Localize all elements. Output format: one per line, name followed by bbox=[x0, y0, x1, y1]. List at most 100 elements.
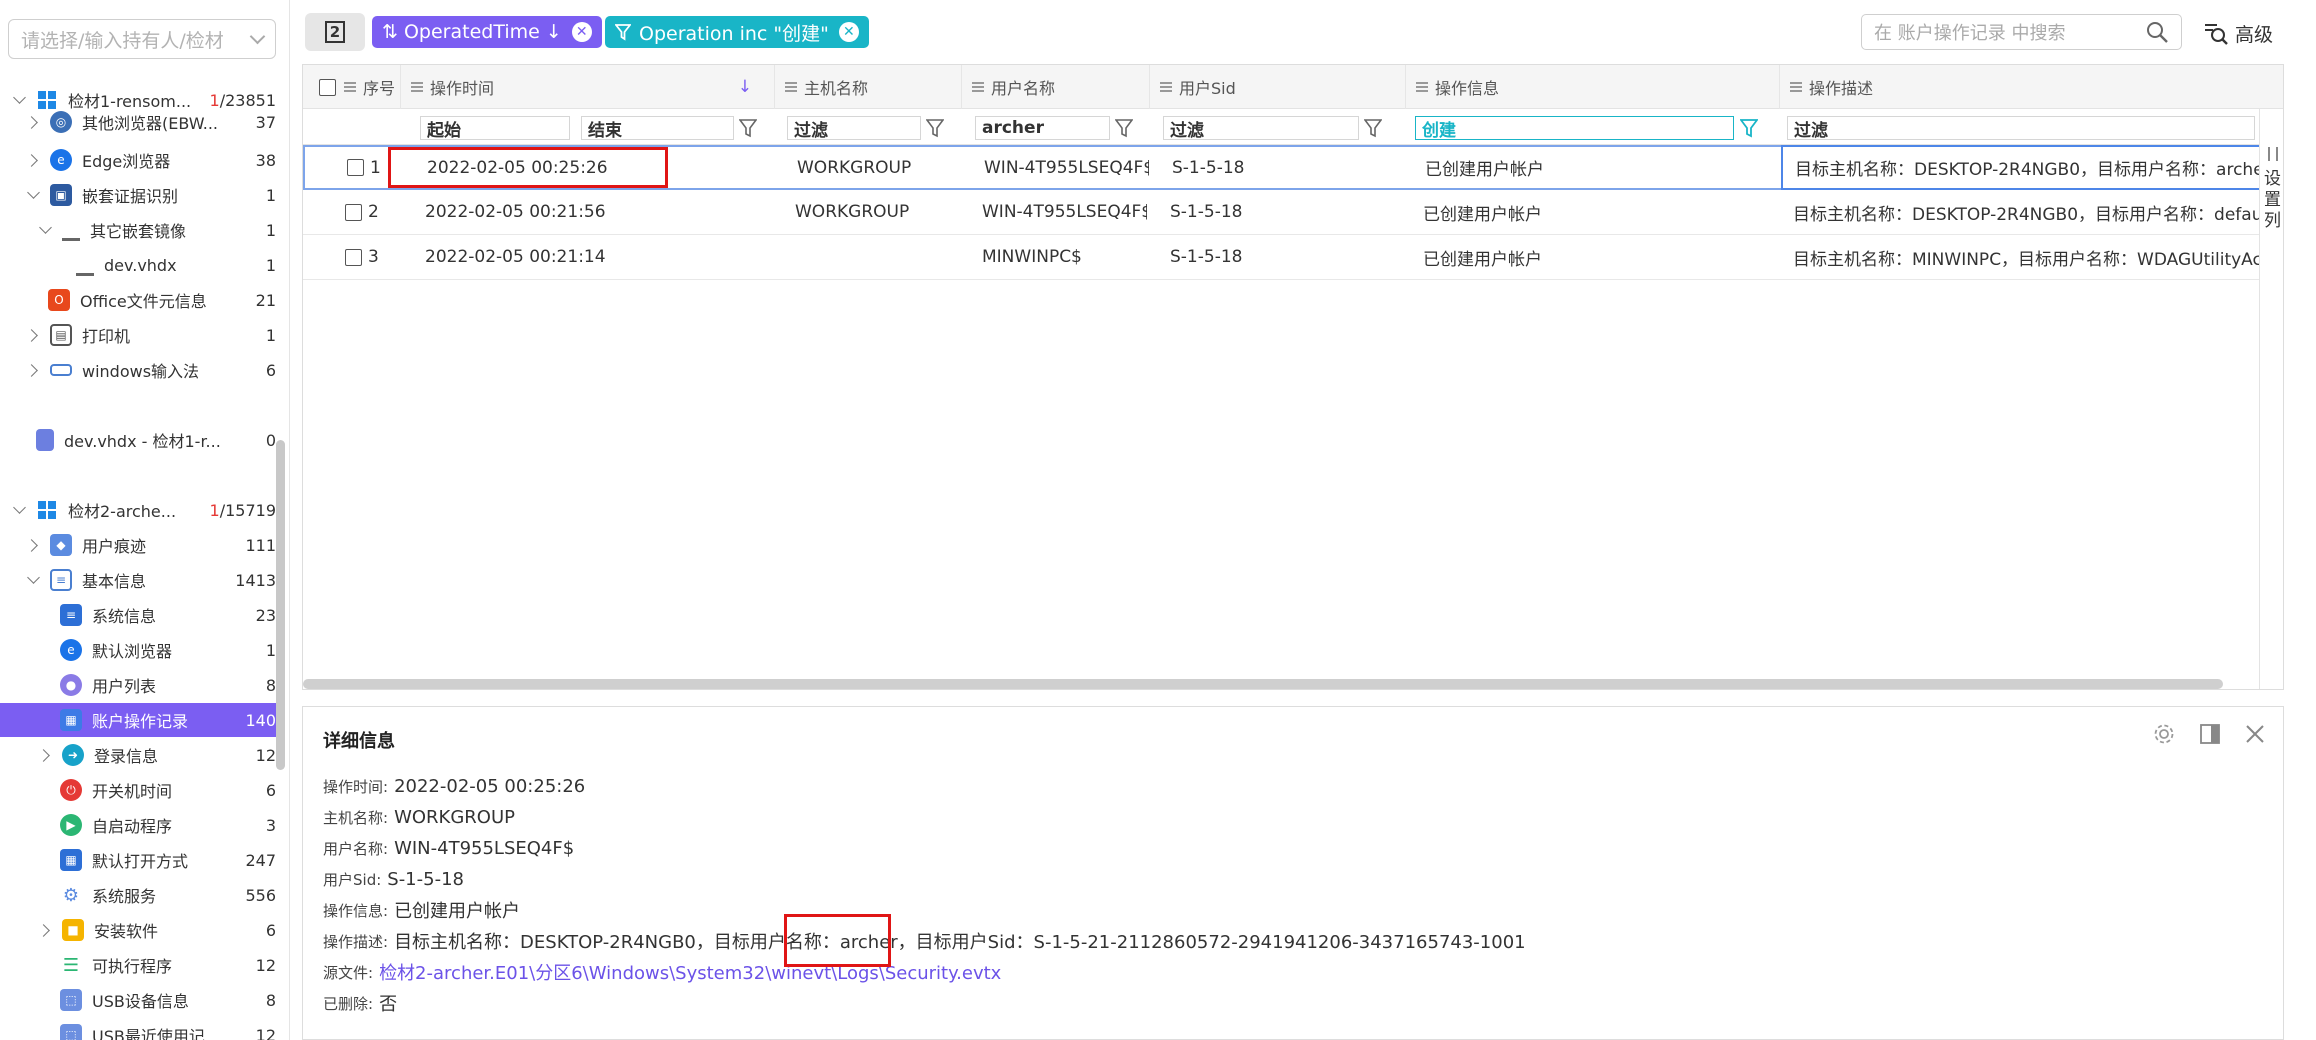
column-header-index[interactable]: 序号 bbox=[303, 65, 401, 109]
sidebar-item-label: 用户痕迹 bbox=[82, 537, 147, 556]
time-start-filter[interactable]: 起始 bbox=[420, 116, 570, 141]
sort-chip[interactable]: ⇅ OperatedTime ↓ ✕ bbox=[372, 16, 602, 48]
sort-arrow-icon[interactable]: ↓ bbox=[738, 77, 752, 97]
sidebar-item-office-meta[interactable]: O Office文件元信息 21 bbox=[0, 283, 276, 317]
collapse-toggle-icon[interactable] bbox=[26, 538, 40, 552]
column-header-time[interactable]: 操作时间 ↓ bbox=[401, 65, 775, 109]
info-filter[interactable]: 创建 bbox=[1415, 116, 1734, 141]
data-grid: 序号 操作时间 ↓ 主机名称 用户名称 用户Sid 操作信息 操作描述 起始 结… bbox=[302, 64, 2284, 690]
sidebar-item-default-open[interactable]: ▦ 默认打开方式 247 bbox=[0, 843, 276, 877]
sidebar-item-login-info[interactable]: ➜ 登录信息 12 bbox=[0, 738, 276, 772]
sidebar-item-account-operations[interactable]: ▦ 账户操作记录 140 bbox=[0, 703, 276, 737]
sidebar-item-dev-vhdx[interactable]: dev.vhdx 1 bbox=[0, 248, 276, 282]
filter-text: 创建 bbox=[1422, 120, 1456, 141]
sidebar-item-nested-image[interactable]: 其它嵌套镜像 1 bbox=[0, 213, 276, 247]
sidebar-item-installed-software[interactable]: ■ 安装软件 6 bbox=[0, 913, 276, 947]
sidebar-item-other-browser[interactable]: ◎ 其他浏览器(EBW... 37 bbox=[0, 110, 276, 134]
column-settings-panel[interactable]: 设置列 bbox=[2259, 109, 2283, 689]
sidebar-item-power-time[interactable]: ⏻ 开关机时间 6 bbox=[0, 773, 276, 807]
column-menu-icon[interactable] bbox=[1416, 82, 1428, 92]
filter-funnel-icon[interactable] bbox=[1740, 118, 1758, 138]
sidebar-item-usb-devices[interactable]: ⬚ USB设备信息 8 bbox=[0, 983, 276, 1017]
filter-funnel-icon[interactable] bbox=[926, 118, 944, 138]
detail-field-key: 已删除: bbox=[323, 994, 374, 1013]
column-header-host[interactable]: 主机名称 bbox=[775, 65, 962, 109]
time-end-filter[interactable]: 结束 bbox=[581, 116, 734, 141]
filter-funnel-icon[interactable] bbox=[1364, 118, 1382, 138]
row-checkbox[interactable] bbox=[345, 203, 362, 221]
sidebar-item-autostart[interactable]: ▶ 自启动程序 3 bbox=[0, 808, 276, 842]
expand-toggle-icon[interactable] bbox=[26, 188, 40, 202]
collapse-toggle-icon[interactable] bbox=[26, 153, 40, 167]
column-header-desc[interactable]: 操作描述 bbox=[1780, 65, 2260, 109]
column-header-label: 用户名称 bbox=[991, 79, 1056, 98]
close-icon[interactable]: ✕ bbox=[571, 22, 592, 42]
sidebar-item-user-list[interactable]: ● 用户列表 8 bbox=[0, 668, 276, 702]
sidebar-item-label: 安装软件 bbox=[94, 922, 159, 941]
sidebar-item-usb-recent[interactable]: ⬚ USB最近使用记... 12 bbox=[0, 1018, 276, 1040]
sid-filter[interactable]: 过滤 bbox=[1163, 116, 1359, 141]
collapse-toggle-icon[interactable] bbox=[38, 923, 52, 937]
close-icon[interactable] bbox=[2245, 724, 2265, 744]
sidebar-item-basic-info[interactable]: ≡ 基本信息 1413 bbox=[0, 563, 276, 597]
sidebar-item-edge[interactable]: e Edge浏览器 38 bbox=[0, 143, 276, 177]
table-row[interactable]: 2 2022-02-05 00:21:56 WORKGROUP WIN-4T95… bbox=[303, 190, 2263, 235]
column-header-label: 操作描述 bbox=[1809, 79, 1874, 98]
column-menu-icon[interactable] bbox=[411, 82, 423, 92]
sidebar-item-default-browser[interactable]: e 默认浏览器 1 bbox=[0, 633, 276, 667]
select-all-checkbox[interactable] bbox=[319, 78, 336, 96]
sidebar-item-label: Office文件元信息 bbox=[80, 292, 207, 311]
search-icon[interactable] bbox=[2145, 20, 2169, 44]
filter-chip[interactable]: Operation inc "创建" ✕ bbox=[605, 16, 869, 48]
sidebar-item-system-services[interactable]: ⚙ 系统服务 556 bbox=[0, 878, 276, 912]
sidebar-item-user-traces[interactable]: ◆ 用户痕迹 111 bbox=[0, 528, 276, 562]
sidebar-item-system-info[interactable]: ≡ 系统信息 23 bbox=[0, 598, 276, 632]
column-header-user[interactable]: 用户名称 bbox=[962, 65, 1150, 109]
sidebar-item-dev-vhdx-evidence1[interactable]: dev.vhdx - 检材1-r... 0 bbox=[0, 423, 276, 457]
gear-icon[interactable] bbox=[2153, 723, 2175, 745]
sidebar-item-ime[interactable]: windows输入法 6 bbox=[0, 353, 276, 387]
host-filter[interactable]: 过滤 bbox=[787, 116, 921, 141]
sidebar-item-count: 6 bbox=[265, 920, 276, 940]
close-icon[interactable]: ✕ bbox=[838, 22, 859, 42]
row-checkbox[interactable] bbox=[347, 159, 364, 176]
source-file-link[interactable]: 检材2-archer.E01\分区6\Windows\System32\wine… bbox=[379, 959, 1001, 985]
column-header-sid[interactable]: 用户Sid bbox=[1150, 65, 1406, 109]
expand-toggle-icon[interactable] bbox=[12, 503, 26, 517]
collapse-toggle-icon[interactable] bbox=[38, 748, 52, 762]
filter-funnel-icon[interactable] bbox=[1115, 118, 1133, 138]
column-menu-icon[interactable] bbox=[1790, 82, 1802, 92]
sidebar-item-evidence2[interactable]: 检材2-arche... 1/15719 bbox=[0, 493, 276, 527]
sidebar-item-label: 基本信息 bbox=[82, 572, 147, 591]
column-menu-icon[interactable] bbox=[344, 82, 356, 92]
search-input[interactable]: 在 账户操作记录 中搜索 bbox=[1861, 14, 2182, 50]
column-count-button[interactable]: 2 bbox=[305, 13, 365, 51]
sidebar-item-printer[interactable]: ▤ 打印机 1 bbox=[0, 318, 276, 352]
column-menu-icon[interactable] bbox=[972, 82, 984, 92]
desc-filter[interactable]: 过滤 bbox=[1787, 116, 2255, 141]
sidebar-item-nested-evidence[interactable]: ▣ 嵌套证据识别 1 bbox=[0, 178, 276, 212]
row-index-cell: 2 bbox=[345, 190, 401, 234]
collapse-toggle-icon[interactable] bbox=[26, 328, 40, 342]
column-menu-icon[interactable] bbox=[785, 82, 797, 92]
sidebar-scrollbar[interactable] bbox=[276, 440, 285, 770]
table-row[interactable]: 3 2022-02-05 00:21:14 MINWINPC$ S-1-5-18… bbox=[303, 235, 2263, 280]
column-header-info[interactable]: 操作信息 bbox=[1406, 65, 1780, 109]
collapse-toggle-icon[interactable] bbox=[26, 363, 40, 377]
horizontal-scrollbar[interactable] bbox=[303, 679, 2223, 689]
expand-toggle-icon[interactable] bbox=[26, 573, 40, 587]
filter-funnel-icon[interactable] bbox=[739, 118, 757, 138]
row-checkbox[interactable] bbox=[345, 248, 362, 266]
split-panel-icon[interactable] bbox=[2199, 723, 2221, 745]
user-filter[interactable]: archer bbox=[975, 116, 1110, 140]
collapse-toggle-icon[interactable] bbox=[26, 115, 40, 129]
advanced-search-button[interactable]: 高级 bbox=[2203, 18, 2273, 48]
expand-toggle-icon[interactable] bbox=[38, 223, 52, 237]
expand-toggle-icon[interactable] bbox=[12, 93, 26, 107]
sidebar-item-count: 556 bbox=[245, 885, 276, 905]
detail-field-time: 操作时间: 2022-02-05 00:25:26 bbox=[323, 773, 585, 799]
evidence-select[interactable]: 请选择/输入持有人/检材 bbox=[8, 19, 276, 59]
host-cell: WORKGROUP bbox=[797, 157, 912, 178]
sidebar-item-executables[interactable]: ☰ 可执行程序 12 bbox=[0, 948, 276, 982]
column-menu-icon[interactable] bbox=[1160, 82, 1172, 92]
